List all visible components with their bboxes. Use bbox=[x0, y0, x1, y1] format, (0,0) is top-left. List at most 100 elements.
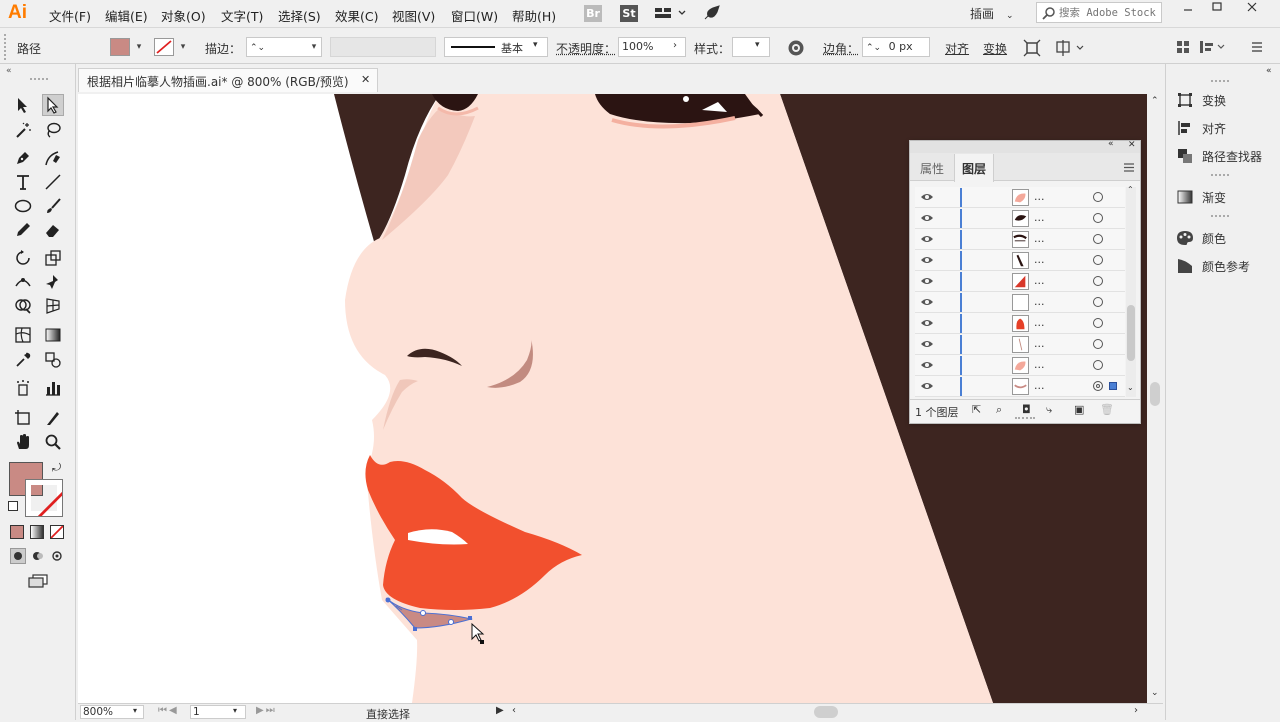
target-circle-icon[interactable] bbox=[1093, 360, 1103, 370]
shape-builder-tool[interactable] bbox=[12, 295, 34, 317]
minimize-button[interactable] bbox=[1176, 0, 1200, 14]
collapse-panel-icon[interactable]: « bbox=[6, 66, 12, 76]
maximize-button[interactable] bbox=[1205, 0, 1229, 14]
distribute-button[interactable] bbox=[1198, 38, 1228, 56]
corner-radius-field[interactable]: ⌃⌄ 0 px bbox=[862, 37, 930, 57]
layer-row[interactable]: ... bbox=[915, 208, 1125, 229]
layer-row[interactable]: ... bbox=[915, 376, 1125, 397]
color-panel-button[interactable]: 颜色 bbox=[1176, 228, 1226, 248]
anchor-point[interactable] bbox=[413, 627, 417, 631]
menu-object[interactable]: 对象(O) bbox=[161, 6, 206, 25]
document-tab[interactable]: 根据相片临摹人物插画.ai* @ 800% (RGB/预览) ✕ bbox=[78, 68, 378, 92]
layer-row[interactable]: ... bbox=[915, 355, 1125, 376]
artboard-tool[interactable] bbox=[12, 407, 34, 429]
menu-view[interactable]: 视图(V) bbox=[392, 6, 435, 25]
color-mode-button[interactable] bbox=[10, 525, 24, 539]
stroke-weight-dropdown[interactable]: ▾ bbox=[306, 37, 322, 57]
menu-window[interactable]: 窗口(W) bbox=[451, 6, 498, 25]
tab-properties[interactable]: 属性 bbox=[920, 160, 944, 177]
export-icon[interactable]: ⇱ bbox=[972, 403, 981, 416]
layer-row[interactable]: ... bbox=[915, 187, 1125, 208]
align-link[interactable]: 对齐 bbox=[945, 40, 969, 57]
expand-panels-icon[interactable]: « bbox=[1266, 66, 1272, 76]
layer-row[interactable]: ... bbox=[915, 292, 1125, 313]
anchor-point[interactable] bbox=[468, 616, 472, 620]
transform-panel-button[interactable]: 变换 bbox=[1176, 90, 1226, 110]
target-circle-icon[interactable] bbox=[1093, 381, 1103, 391]
visibility-eye-icon[interactable] bbox=[920, 234, 934, 244]
symbol-sprayer-tool[interactable] bbox=[12, 377, 34, 399]
hand-tool[interactable] bbox=[12, 431, 34, 453]
layer-row[interactable]: ... bbox=[915, 229, 1125, 250]
scroll-down-icon[interactable]: ⌄ bbox=[1151, 688, 1159, 698]
visibility-eye-icon[interactable] bbox=[920, 339, 934, 349]
corner-label[interactable]: 边角： bbox=[823, 40, 859, 57]
pathfinder-panel-button[interactable]: 路径查找器 bbox=[1176, 146, 1262, 166]
new-sublayer-icon[interactable]: ⤷ bbox=[1046, 403, 1052, 417]
layer-name[interactable]: ... bbox=[1034, 316, 1045, 329]
layer-row[interactable]: ... bbox=[915, 313, 1125, 334]
menu-select[interactable]: 选择(S) bbox=[278, 6, 321, 25]
selected-art-indicator[interactable] bbox=[1109, 382, 1117, 390]
zoom-field[interactable]: 800% ▾ bbox=[80, 705, 144, 719]
direct-selection-tool[interactable] bbox=[42, 94, 64, 116]
eyedropper-tool[interactable] bbox=[12, 349, 34, 371]
panel-menu-button[interactable] bbox=[1124, 161, 1136, 171]
layer-name[interactable]: ... bbox=[1034, 379, 1045, 392]
zoom-tool[interactable] bbox=[42, 431, 64, 453]
selection-tool[interactable] bbox=[12, 94, 34, 116]
color-guide-panel-button[interactable]: 颜色参考 bbox=[1176, 256, 1250, 276]
layer-row[interactable]: ... bbox=[915, 271, 1125, 292]
visibility-eye-icon[interactable] bbox=[920, 318, 934, 328]
align-panel-button[interactable]: 对齐 bbox=[1176, 118, 1226, 138]
gpu-performance-button[interactable] bbox=[702, 4, 722, 22]
pen-tool[interactable] bbox=[12, 147, 34, 169]
status-menu-icon[interactable]: ▶ bbox=[496, 705, 504, 716]
gradient-panel-button[interactable]: 渐变 bbox=[1176, 187, 1226, 207]
anchor-point[interactable] bbox=[449, 620, 454, 625]
layers-scrollbar[interactable]: ⌃ ⌄ bbox=[1126, 187, 1136, 397]
curvature-tool[interactable] bbox=[42, 147, 64, 169]
target-circle-icon[interactable] bbox=[1093, 255, 1103, 265]
fill-dropdown[interactable]: ▾ bbox=[131, 37, 147, 57]
menu-edit[interactable]: 编辑(E) bbox=[105, 6, 148, 25]
target-circle-icon[interactable] bbox=[1093, 192, 1103, 202]
artboard-field[interactable]: 1 ▾ bbox=[190, 705, 246, 719]
transform-link[interactable]: 变换 bbox=[983, 40, 1007, 57]
panel-header-bar[interactable]: « ✕ bbox=[910, 141, 1140, 153]
scroll-down-icon[interactable]: ⌄ bbox=[1127, 383, 1134, 392]
layer-name[interactable]: ... bbox=[1034, 232, 1045, 245]
align-to-button[interactable] bbox=[1054, 38, 1088, 58]
puppet-warp-tool[interactable] bbox=[42, 271, 64, 293]
visibility-eye-icon[interactable] bbox=[920, 192, 934, 202]
stroke-color-swatch[interactable] bbox=[26, 480, 62, 516]
stock-button[interactable]: St bbox=[620, 5, 638, 22]
artboard-first-prev[interactable]: ⏮◀ bbox=[158, 705, 179, 716]
stock-search-input[interactable] bbox=[1059, 4, 1159, 21]
width-tool[interactable] bbox=[12, 271, 34, 293]
default-colors-icon[interactable] bbox=[8, 501, 18, 511]
close-tab-icon[interactable]: ✕ bbox=[361, 73, 370, 86]
scroll-right-icon[interactable]: › bbox=[1134, 705, 1138, 716]
close-window-button[interactable] bbox=[1240, 0, 1264, 14]
layer-name[interactable]: ... bbox=[1034, 253, 1045, 266]
target-circle-icon[interactable] bbox=[1093, 339, 1103, 349]
new-layer-icon[interactable]: ▣ bbox=[1074, 403, 1084, 416]
draw-inside-button[interactable] bbox=[50, 549, 64, 563]
variable-width-profile[interactable] bbox=[330, 37, 436, 57]
panel-resize-grip[interactable] bbox=[1015, 417, 1035, 419]
trash-icon[interactable]: 🗑 bbox=[1100, 403, 1114, 416]
stock-search[interactable] bbox=[1036, 2, 1162, 23]
mesh-tool[interactable] bbox=[12, 324, 34, 346]
scrollbar-thumb[interactable] bbox=[1150, 382, 1160, 406]
scroll-left-icon[interactable]: ‹ bbox=[512, 705, 516, 716]
stroke-dropdown[interactable]: ▾ bbox=[175, 37, 191, 57]
visibility-eye-icon[interactable] bbox=[920, 360, 934, 370]
layer-name[interactable]: ... bbox=[1034, 274, 1045, 287]
swap-fill-stroke-icon[interactable]: ⤾ bbox=[52, 461, 61, 475]
eraser-tool[interactable] bbox=[42, 219, 64, 241]
opacity-label[interactable]: 不透明度： bbox=[556, 40, 616, 57]
blend-tool[interactable] bbox=[42, 349, 64, 371]
horizontal-scrollbar-thumb[interactable] bbox=[814, 706, 838, 718]
collapse-panel-icon[interactable]: « bbox=[1108, 139, 1114, 149]
